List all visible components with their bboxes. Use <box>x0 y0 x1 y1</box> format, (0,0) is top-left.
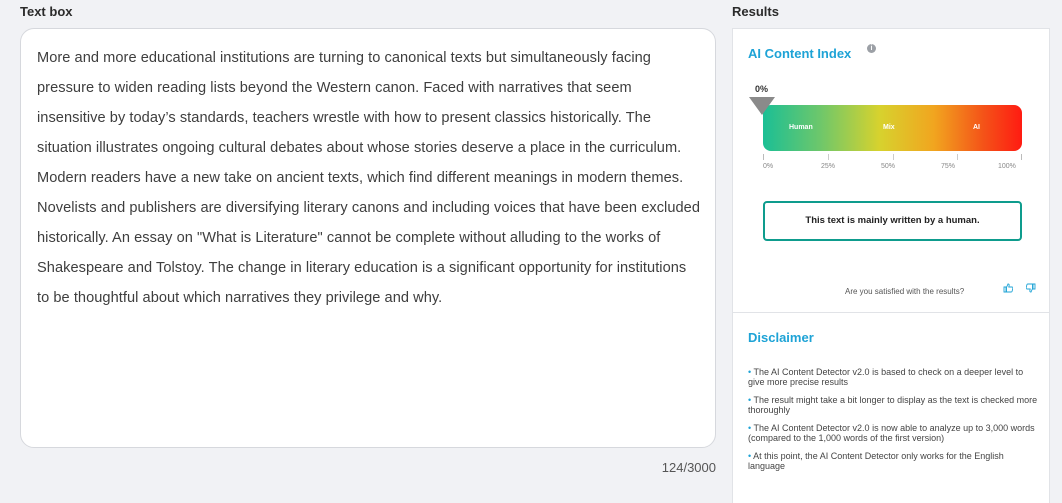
gauge-label-ai: AI <box>973 124 980 131</box>
verdict-box: This text is mainly written by a human. <box>763 201 1022 241</box>
text-box-heading: Text box <box>20 4 73 19</box>
thumbs-up-icon[interactable] <box>1003 283 1014 296</box>
gauge-label-human: Human <box>789 124 813 131</box>
info-icon[interactable]: i <box>867 44 876 53</box>
word-count: 124/3000 <box>661 460 716 475</box>
disclaimer-title: Disclaimer <box>748 330 814 345</box>
disclaimer-panel: Disclaimer • The AI Content Detector v2.… <box>732 313 1050 503</box>
disclaimer-item: • The result might take a bit longer to … <box>748 395 1038 415</box>
results-heading: Results <box>732 4 779 19</box>
disclaimer-item: • The AI Content Detector v2.0 is now ab… <box>748 423 1035 443</box>
text-content[interactable]: More and more educational institutions a… <box>37 43 701 313</box>
thumbs-down-icon[interactable] <box>1025 283 1036 296</box>
results-panel: AI Content Index i 0% Human Mix AI 0% 25… <box>732 28 1050 313</box>
tick-label: 75% <box>941 163 956 170</box>
ai-content-index-title: AI Content Index <box>748 46 852 61</box>
tick-label: 25% <box>821 163 836 170</box>
satisfaction-prompt: Are you satisfied with the results? <box>845 287 965 296</box>
text-input-area[interactable]: More and more educational institutions a… <box>20 28 716 448</box>
tick-label: 50% <box>881 163 896 170</box>
gauge-label-mix: Mix <box>883 124 895 131</box>
disclaimer-list: • The AI Content Detector v2.0 is based … <box>748 367 1038 479</box>
score-label: 0% <box>755 84 769 94</box>
gauge-ticks <box>763 154 1022 160</box>
disclaimer-item: • The AI Content Detector v2.0 is based … <box>748 367 1024 387</box>
ai-score-gauge: Human Mix AI <box>763 105 1022 151</box>
tick-label: 100% <box>998 163 1016 170</box>
tick-label: 0% <box>763 163 774 170</box>
score-pointer-icon <box>749 97 775 115</box>
disclaimer-item: • At this point, the AI Content Detector… <box>748 451 1004 471</box>
